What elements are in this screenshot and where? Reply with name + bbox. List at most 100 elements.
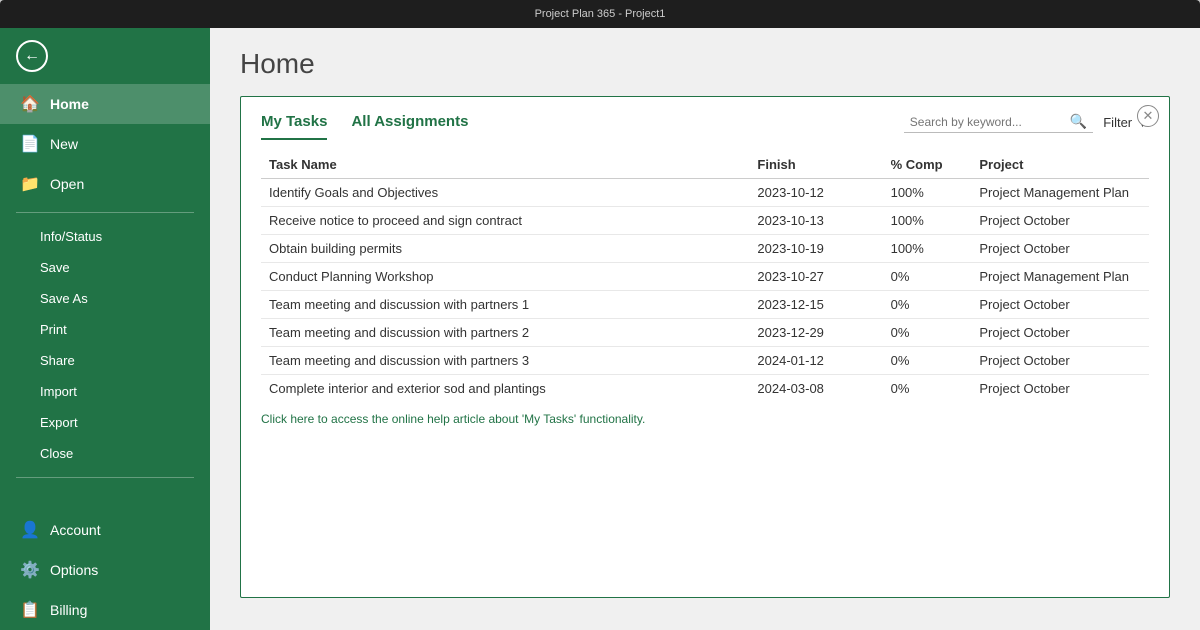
- sidebar-item-import[interactable]: Import: [0, 376, 210, 407]
- table-row: Team meeting and discussion with partner…: [261, 347, 1149, 375]
- back-circle-icon: ←: [16, 40, 48, 72]
- sidebar-item-account[interactable]: 👤 Account: [0, 510, 210, 550]
- sidebar-item-open-label: Open: [50, 176, 84, 192]
- app-window: Project Plan 365 - Project1 ← 🏠 Home 📄 N…: [0, 0, 1200, 630]
- sidebar-item-print[interactable]: Print: [0, 314, 210, 345]
- sidebar-item-save[interactable]: Save: [0, 252, 210, 283]
- open-folder-icon: 📁: [20, 174, 38, 194]
- col-header-task-name: Task Name: [261, 151, 749, 179]
- sidebar-item-close[interactable]: Close: [0, 438, 210, 469]
- filter-label: Filter: [1103, 115, 1132, 130]
- page-title: Home: [240, 48, 1170, 80]
- title-bar-text: Project Plan 365 - Project1: [535, 8, 666, 20]
- cell-task-name-2: Obtain building permits: [261, 235, 749, 263]
- search-area: 🔍 Filter ▼: [904, 111, 1149, 141]
- table-row: Team meeting and discussion with partner…: [261, 319, 1149, 347]
- cell-project-0: Project Management Plan: [971, 179, 1149, 207]
- sidebar-item-share[interactable]: Share: [0, 345, 210, 376]
- sidebar-item-home[interactable]: 🏠 Home: [0, 84, 210, 124]
- new-doc-icon: 📄: [20, 134, 38, 154]
- search-input[interactable]: [910, 115, 1070, 129]
- cell-task-name-3: Conduct Planning Workshop: [261, 263, 749, 291]
- share-label: Share: [40, 353, 75, 368]
- table-row: Obtain building permits 2023-10-19 100% …: [261, 235, 1149, 263]
- cell-pct-comp-2: 100%: [883, 235, 972, 263]
- cell-finish-4: 2023-12-15: [749, 291, 882, 319]
- back-button[interactable]: ←: [0, 28, 210, 84]
- cell-pct-comp-4: 0%: [883, 291, 972, 319]
- table-row: Team meeting and discussion with partner…: [261, 291, 1149, 319]
- search-icon: 🔍: [1070, 113, 1087, 130]
- main-content: Home ✕ My Tasks All Assignments 🔍 Filter: [210, 28, 1200, 630]
- cell-project-7: Project October: [971, 375, 1149, 403]
- account-icon: 👤: [20, 520, 38, 540]
- tab-all-assignments[interactable]: All Assignments: [351, 113, 468, 140]
- options-label: Options: [50, 562, 98, 578]
- table-body: Identify Goals and Objectives 2023-10-12…: [261, 179, 1149, 403]
- sidebar-item-billing[interactable]: 📋 Billing: [0, 590, 210, 630]
- cell-project-3: Project Management Plan: [971, 263, 1149, 291]
- sidebar-item-info-status[interactable]: Info/Status: [0, 221, 210, 252]
- cell-task-name-1: Receive notice to proceed and sign contr…: [261, 207, 749, 235]
- cell-task-name-4: Team meeting and discussion with partner…: [261, 291, 749, 319]
- cell-pct-comp-5: 0%: [883, 319, 972, 347]
- cell-task-name-6: Team meeting and discussion with partner…: [261, 347, 749, 375]
- col-header-pct-comp: % Comp: [883, 151, 972, 179]
- print-label: Print: [40, 322, 67, 337]
- cell-project-2: Project October: [971, 235, 1149, 263]
- save-label: Save: [40, 260, 70, 275]
- sidebar-divider-top: [16, 212, 194, 213]
- cell-pct-comp-3: 0%: [883, 263, 972, 291]
- help-link[interactable]: Click here to access the online help art…: [241, 402, 1169, 436]
- cell-pct-comp-0: 100%: [883, 179, 972, 207]
- cell-finish-3: 2023-10-27: [749, 263, 882, 291]
- cell-pct-comp-7: 0%: [883, 375, 972, 403]
- app-body: ← 🏠 Home 📄 New 📁 Open Info/Status Save: [0, 28, 1200, 630]
- cell-project-5: Project October: [971, 319, 1149, 347]
- close-label: Close: [40, 446, 73, 461]
- table-header: Task Name Finish % Comp Project: [261, 151, 1149, 179]
- import-label: Import: [40, 384, 77, 399]
- close-panel-button[interactable]: ✕: [1137, 105, 1159, 127]
- search-box: 🔍: [904, 111, 1093, 133]
- export-label: Export: [40, 415, 78, 430]
- title-bar: Project Plan 365 - Project1: [0, 0, 1200, 28]
- table-row: Identify Goals and Objectives 2023-10-12…: [261, 179, 1149, 207]
- cell-project-6: Project October: [971, 347, 1149, 375]
- sidebar: ← 🏠 Home 📄 New 📁 Open Info/Status Save: [0, 28, 210, 630]
- table-row: Complete interior and exterior sod and p…: [261, 375, 1149, 403]
- cell-pct-comp-1: 100%: [883, 207, 972, 235]
- options-icon: ⚙️: [20, 560, 38, 580]
- cell-finish-2: 2023-10-19: [749, 235, 882, 263]
- sidebar-item-new[interactable]: 📄 New: [0, 124, 210, 164]
- sidebar-item-options[interactable]: ⚙️ Options: [0, 550, 210, 590]
- cell-task-name-5: Team meeting and discussion with partner…: [261, 319, 749, 347]
- cell-task-name-0: Identify Goals and Objectives: [261, 179, 749, 207]
- cell-finish-0: 2023-10-12: [749, 179, 882, 207]
- sidebar-item-open[interactable]: 📁 Open: [0, 164, 210, 204]
- save-as-label: Save As: [40, 291, 88, 306]
- billing-label: Billing: [50, 602, 87, 618]
- info-status-label: Info/Status: [40, 229, 102, 244]
- sidebar-item-export[interactable]: Export: [0, 407, 210, 438]
- cell-task-name-7: Complete interior and exterior sod and p…: [261, 375, 749, 403]
- panel-header: My Tasks All Assignments 🔍 Filter ▼: [241, 97, 1169, 141]
- tasks-table: Task Name Finish % Comp Project Identify…: [261, 151, 1149, 402]
- cell-project-4: Project October: [971, 291, 1149, 319]
- account-label: Account: [50, 522, 101, 538]
- col-header-project: Project: [971, 151, 1149, 179]
- content-panel: ✕ My Tasks All Assignments 🔍 Filter ▼: [240, 96, 1170, 598]
- home-icon: 🏠: [20, 94, 38, 114]
- cell-finish-5: 2023-12-29: [749, 319, 882, 347]
- cell-finish-7: 2024-03-08: [749, 375, 882, 403]
- cell-finish-1: 2023-10-13: [749, 207, 882, 235]
- billing-icon: 📋: [20, 600, 38, 620]
- sidebar-item-home-label: Home: [50, 96, 89, 112]
- sidebar-item-new-label: New: [50, 136, 78, 152]
- cell-project-1: Project October: [971, 207, 1149, 235]
- sidebar-item-save-as[interactable]: Save As: [0, 283, 210, 314]
- tab-my-tasks[interactable]: My Tasks: [261, 113, 327, 140]
- cell-pct-comp-6: 0%: [883, 347, 972, 375]
- col-header-finish: Finish: [749, 151, 882, 179]
- table-row: Receive notice to proceed and sign contr…: [261, 207, 1149, 235]
